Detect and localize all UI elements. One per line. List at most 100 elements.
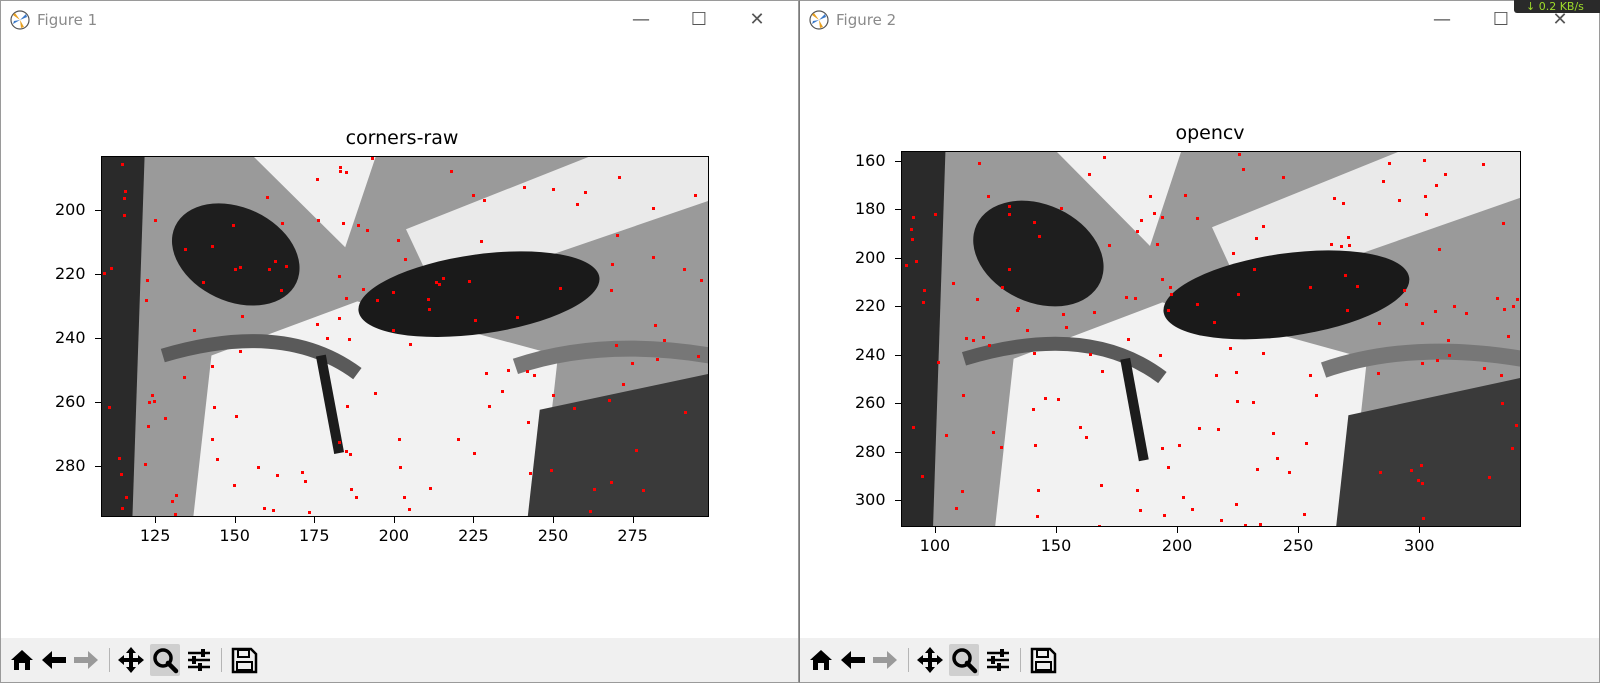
- grayscale-image-with-corners: [902, 152, 1520, 526]
- configure-subplots-button[interactable]: [983, 644, 1013, 676]
- y-tick-label: 200: [55, 200, 86, 220]
- y-tick-mark: [95, 401, 101, 403]
- close-button[interactable]: ✕: [742, 7, 772, 33]
- move-icon: [118, 647, 144, 673]
- home-icon: [810, 650, 832, 670]
- back-arrow-icon: [42, 651, 66, 669]
- y-tick-label: 220: [55, 264, 86, 284]
- y-tick-mark: [895, 403, 901, 405]
- zoom-button[interactable]: [150, 644, 180, 676]
- y-tick-label: 240: [55, 328, 86, 348]
- pan-button[interactable]: [915, 644, 945, 676]
- forward-button[interactable]: [71, 644, 101, 676]
- figure-1-window: Figure 1 — ☐ ✕ corners-raw 125 150 175 200 2…: [0, 0, 799, 683]
- zoom-button[interactable]: [949, 644, 979, 676]
- grayscale-image-with-corners: [102, 157, 708, 516]
- magnifier-icon: [153, 648, 179, 674]
- toolbar-separator: [1020, 648, 1021, 672]
- x-tick-mark: [393, 517, 395, 523]
- back-button[interactable]: [39, 644, 69, 676]
- y-tick-label: 180: [855, 199, 886, 219]
- toolbar-separator: [221, 648, 222, 672]
- y-tick-label: 220: [855, 296, 886, 316]
- configure-subplots-button[interactable]: [184, 644, 214, 676]
- x-tick-mark: [234, 517, 236, 523]
- window-title: Figure 2: [836, 11, 897, 29]
- figure-corners-raw: corners-raw 125 150 175 200 225 250 275 200 220 2…: [1, 39, 798, 639]
- y-tick-mark: [895, 451, 901, 453]
- floppy-icon: [231, 647, 258, 674]
- x-tick-mark: [473, 517, 475, 523]
- plot-canvas[interactable]: corners-raw 125 150 175 200 225 250 275 200 220 2…: [1, 39, 798, 638]
- home-button[interactable]: [7, 644, 37, 676]
- maximize-button[interactable]: ☐: [1486, 7, 1516, 33]
- home-button[interactable]: [806, 644, 836, 676]
- y-tick-label: 280: [55, 455, 86, 475]
- x-tick-label: 175: [298, 526, 330, 545]
- y-tick-mark: [895, 209, 901, 211]
- x-tick-label: 100: [919, 536, 951, 555]
- y-tick-label: 260: [855, 393, 886, 413]
- x-tick-mark: [155, 517, 157, 523]
- image-axes[interactable]: [901, 151, 1521, 527]
- x-tick-mark: [314, 517, 316, 523]
- plot-title: opencv: [1175, 122, 1245, 144]
- y-tick-mark: [895, 306, 901, 308]
- x-tick-label: 250: [537, 526, 569, 545]
- x-tick-mark: [553, 517, 555, 523]
- save-button[interactable]: [229, 644, 259, 676]
- x-tick-label: 300: [1404, 536, 1435, 555]
- x-tick-mark: [632, 517, 634, 523]
- pan-button[interactable]: [116, 644, 146, 676]
- y-tick-mark: [895, 354, 901, 356]
- x-tick-mark: [1177, 527, 1179, 533]
- back-button[interactable]: [838, 644, 868, 676]
- y-tick-mark: [895, 500, 901, 502]
- y-tick-label: 300: [855, 490, 886, 510]
- forward-arrow-icon: [873, 651, 897, 669]
- toolbar-separator: [109, 648, 110, 672]
- forward-button[interactable]: [870, 644, 900, 676]
- save-button[interactable]: [1028, 644, 1058, 676]
- back-arrow-icon: [841, 651, 865, 669]
- sliders-icon: [188, 649, 210, 671]
- maximize-button[interactable]: ☐: [684, 7, 714, 33]
- y-tick-label: 260: [55, 391, 86, 411]
- minimize-button[interactable]: —: [626, 7, 656, 33]
- figure-opencv: opencv 100 150 200 250 300 160 180 200 220 240 260…: [800, 39, 1599, 639]
- home-icon: [11, 650, 33, 670]
- minimize-button[interactable]: —: [1427, 7, 1457, 33]
- title-bar[interactable]: Figure 2 — ☐ ✕: [800, 1, 1599, 39]
- x-tick-label: 275: [617, 526, 648, 545]
- x-tick-mark: [934, 527, 936, 533]
- network-speed-indicator: ↓ 0.2 KB/s: [1514, 0, 1600, 13]
- window-title: Figure 1: [37, 11, 98, 29]
- magnifier-icon: [952, 648, 978, 674]
- y-tick-label: 280: [855, 441, 886, 461]
- x-tick-label: 200: [378, 526, 410, 545]
- forward-arrow-icon: [74, 651, 98, 669]
- x-tick-mark: [1056, 527, 1057, 533]
- move-icon: [917, 647, 943, 673]
- x-tick-label: 125: [139, 526, 171, 545]
- matplotlib-app-icon: [809, 10, 829, 30]
- x-tick-label: 150: [219, 526, 250, 545]
- y-tick-label: 160: [855, 150, 886, 170]
- navigation-toolbar: [800, 638, 1599, 682]
- x-tick-label: 250: [1282, 536, 1314, 555]
- figure-2-window: Figure 2 — ☐ ✕ opencv 100 150 200 250 300 160…: [799, 0, 1600, 683]
- x-tick-mark: [1419, 527, 1421, 533]
- plot-canvas[interactable]: opencv 100 150 200 250 300 160 180 200 220 240 260…: [800, 39, 1599, 638]
- toolbar-separator: [908, 648, 909, 672]
- y-tick-mark: [95, 274, 101, 276]
- navigation-toolbar: [1, 638, 798, 682]
- x-tick-mark: [1298, 527, 1300, 533]
- floppy-icon: [1030, 647, 1057, 674]
- y-tick-mark: [895, 257, 901, 259]
- y-tick-label: 200: [855, 247, 886, 267]
- image-axes[interactable]: [101, 156, 709, 517]
- x-tick-label: 150: [1040, 536, 1072, 555]
- y-tick-mark: [95, 465, 101, 467]
- y-tick-mark: [95, 210, 101, 212]
- title-bar[interactable]: Figure 1 — ☐ ✕: [1, 1, 798, 39]
